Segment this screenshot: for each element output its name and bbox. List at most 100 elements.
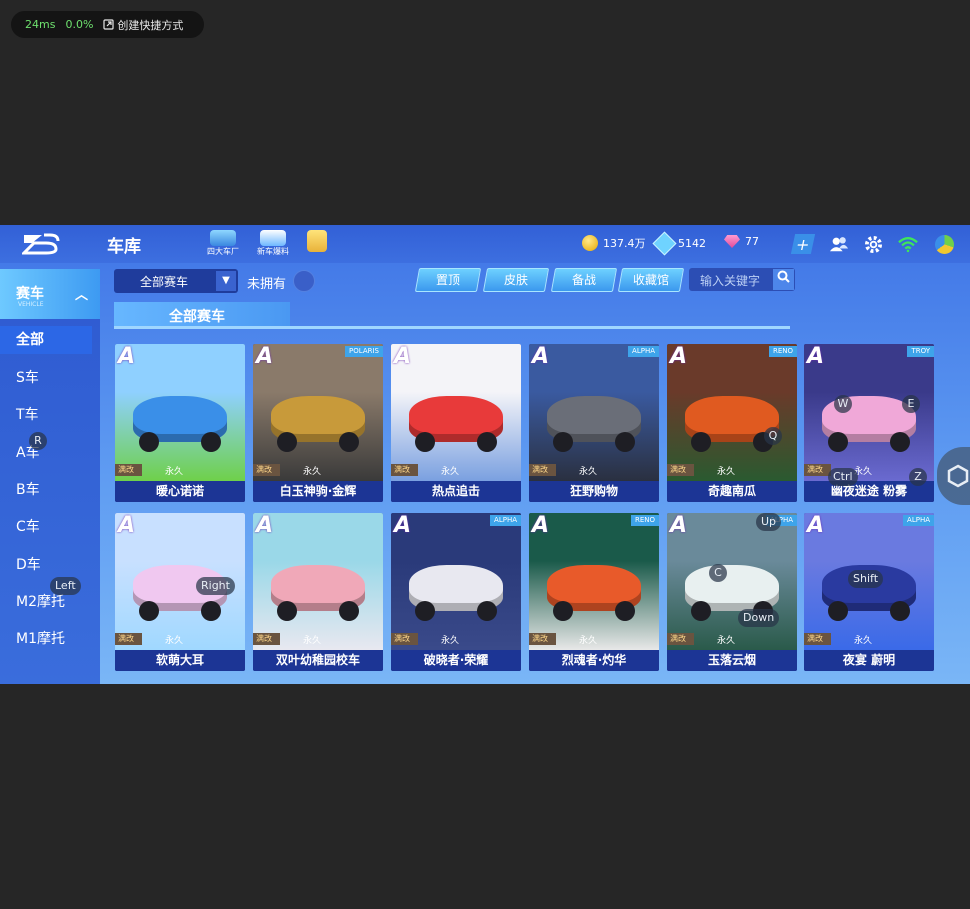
brand-tag: ALPHA xyxy=(903,515,934,526)
not-owned-toggle[interactable] xyxy=(293,270,315,292)
create-shortcut-button[interactable]: 创建快捷方式 xyxy=(103,17,183,33)
create-shortcut-label: 创建快捷方式 xyxy=(117,18,184,32)
mod-badge: 满改 xyxy=(391,464,418,476)
grade-badge: A xyxy=(532,344,550,369)
car-card[interactable]: A POLARIS 满改 永久 白玉神驹·金辉 xyxy=(253,344,383,502)
sidebar-item-t[interactable]: T车 xyxy=(0,401,92,429)
collection-label: 收藏馆 xyxy=(632,273,669,287)
brand-tag: RENO xyxy=(768,346,797,357)
sidebar: 赛车 VEHICLE ︿ 全部 S车 T车 A车 B车 C车 D车 M2摩托 M… xyxy=(0,269,100,684)
prepare-button[interactable]: 备战 xyxy=(550,268,618,292)
grade-badge: A xyxy=(807,513,825,538)
key-hint-w: W xyxy=(834,395,852,413)
sidebar-category-vehicle[interactable]: 赛车 VEHICLE ︿ xyxy=(0,269,100,319)
grade-badge: A xyxy=(532,513,550,538)
car-wheel-shape xyxy=(477,432,497,452)
grade-badge: A xyxy=(670,513,688,538)
hexagon-icon xyxy=(947,464,969,488)
car-name: 玉落云烟 xyxy=(667,650,797,671)
car-card[interactable]: A ALPHA 满改 永久 狂野购物 xyxy=(529,344,659,502)
diamond-value: 77 xyxy=(745,235,759,248)
car-wheel-shape xyxy=(415,601,435,621)
mod-badge: 满改 xyxy=(253,464,280,476)
brand-tag: ALPHA xyxy=(628,346,659,357)
diamond-counter: 77 xyxy=(724,235,759,248)
network-status xyxy=(898,234,918,254)
car-factory-button[interactable]: 四大车厂 xyxy=(204,230,242,258)
filter-value: 全部赛车 xyxy=(140,275,189,289)
friends-icon xyxy=(829,237,849,252)
category-label: 赛车 xyxy=(16,286,44,302)
duration-text: 永久 xyxy=(441,636,460,646)
car-name: 软萌大耳 xyxy=(115,650,245,671)
car-wheel-shape xyxy=(890,432,910,452)
back-logo-icon[interactable] xyxy=(20,231,60,259)
car-wheel-shape xyxy=(139,601,159,621)
pin-top-label: 置顶 xyxy=(435,273,460,287)
vehicle-filter-select[interactable]: 全部赛车 ▼ xyxy=(114,269,238,293)
grade-badge: A xyxy=(256,344,274,369)
car-wheel-shape xyxy=(277,432,297,452)
gift-button[interactable] xyxy=(298,230,336,258)
perf-overlay: 24ms 0.0% 创建快捷方式 xyxy=(11,11,204,38)
avatar-icon xyxy=(934,234,954,254)
category-sublabel: VEHICLE xyxy=(18,301,44,308)
key-hint-down: Down xyxy=(738,609,780,627)
car-name: 白玉神驹·金辉 xyxy=(253,481,383,502)
sidebar-item-c[interactable]: C车 xyxy=(0,513,92,541)
car-name: 双叶幼稚园校车 xyxy=(253,650,383,671)
new-car-button[interactable]: 新车爆料 xyxy=(254,230,292,258)
car-factory-label: 四大车厂 xyxy=(207,247,239,256)
car-card[interactable]: A 满改 永久 暖心诺诺 xyxy=(115,344,245,502)
friends-button[interactable] xyxy=(829,234,849,254)
skin-button[interactable]: 皮肤 xyxy=(482,268,550,292)
car-wheel-shape xyxy=(615,601,635,621)
side-float-button[interactable] xyxy=(937,447,970,505)
grade-badge: A xyxy=(394,513,412,538)
mod-badge: 满改 xyxy=(253,633,280,645)
car-card[interactable]: A RENO 满改 永久 奇趣南瓜 xyxy=(667,344,797,502)
search-icon[interactable] xyxy=(773,269,794,290)
car-name: 破晓者·荣耀 xyxy=(391,650,521,671)
car-card[interactable]: A ALPHA 满改 永久 玉落云烟 xyxy=(667,513,797,671)
pin-top-button[interactable]: 置顶 xyxy=(414,268,482,292)
coin-counter: 137.4万 xyxy=(582,235,646,251)
latency-text: 24ms xyxy=(25,18,56,31)
avatar-button[interactable] xyxy=(934,234,954,254)
car-card[interactable]: A ALPHA 满改 永久 夜宴 蔚明 xyxy=(804,513,934,671)
packet-loss-text: 0.0% xyxy=(65,18,94,31)
search-box[interactable]: 输入关键字 xyxy=(689,268,795,291)
sidebar-item-b[interactable]: B车 xyxy=(0,476,92,504)
car-card[interactable]: A RENO 满改 永久 烈魂者·灼华 xyxy=(529,513,659,671)
car-wheel-shape xyxy=(277,601,297,621)
mod-badge: 满改 xyxy=(529,633,556,645)
diamond-icon xyxy=(724,235,740,248)
car-name: 热点追击 xyxy=(391,481,521,502)
grade-badge: A xyxy=(256,513,274,538)
duration-text: 永久 xyxy=(165,636,184,646)
sidebar-item-d[interactable]: D车 xyxy=(0,551,92,579)
car-wheel-shape xyxy=(615,432,635,452)
settings-button[interactable] xyxy=(863,234,883,254)
car-card[interactable]: A ALPHA 满改 永久 破晓者·荣耀 xyxy=(391,513,521,671)
add-currency-button[interactable]: + xyxy=(790,234,816,254)
car-card[interactable]: A 满改 永久 双叶幼稚园校车 xyxy=(253,513,383,671)
wifi-icon xyxy=(898,236,918,252)
sidebar-item-m1[interactable]: M1摩托 xyxy=(0,625,92,653)
mod-badge: 满改 xyxy=(804,633,831,645)
grade-badge: A xyxy=(807,344,825,369)
car-card[interactable]: A 满改 永久 热点追击 xyxy=(391,344,521,502)
car-factory-icon xyxy=(210,230,236,246)
sidebar-item-all[interactable]: 全部 xyxy=(0,326,92,354)
car-wheel-shape xyxy=(691,601,711,621)
brand-tag: POLARIS xyxy=(345,346,383,357)
car-wheel-shape xyxy=(828,601,848,621)
car-wheel-shape xyxy=(415,432,435,452)
section-divider xyxy=(114,326,790,329)
key-hint-c: C xyxy=(709,564,727,582)
ticket-icon xyxy=(652,231,677,256)
collection-button[interactable]: 收藏馆 xyxy=(617,268,685,292)
sidebar-item-s[interactable]: S车 xyxy=(0,364,92,392)
car-name: 奇趣南瓜 xyxy=(667,481,797,502)
new-car-label: 新车爆料 xyxy=(257,247,289,256)
